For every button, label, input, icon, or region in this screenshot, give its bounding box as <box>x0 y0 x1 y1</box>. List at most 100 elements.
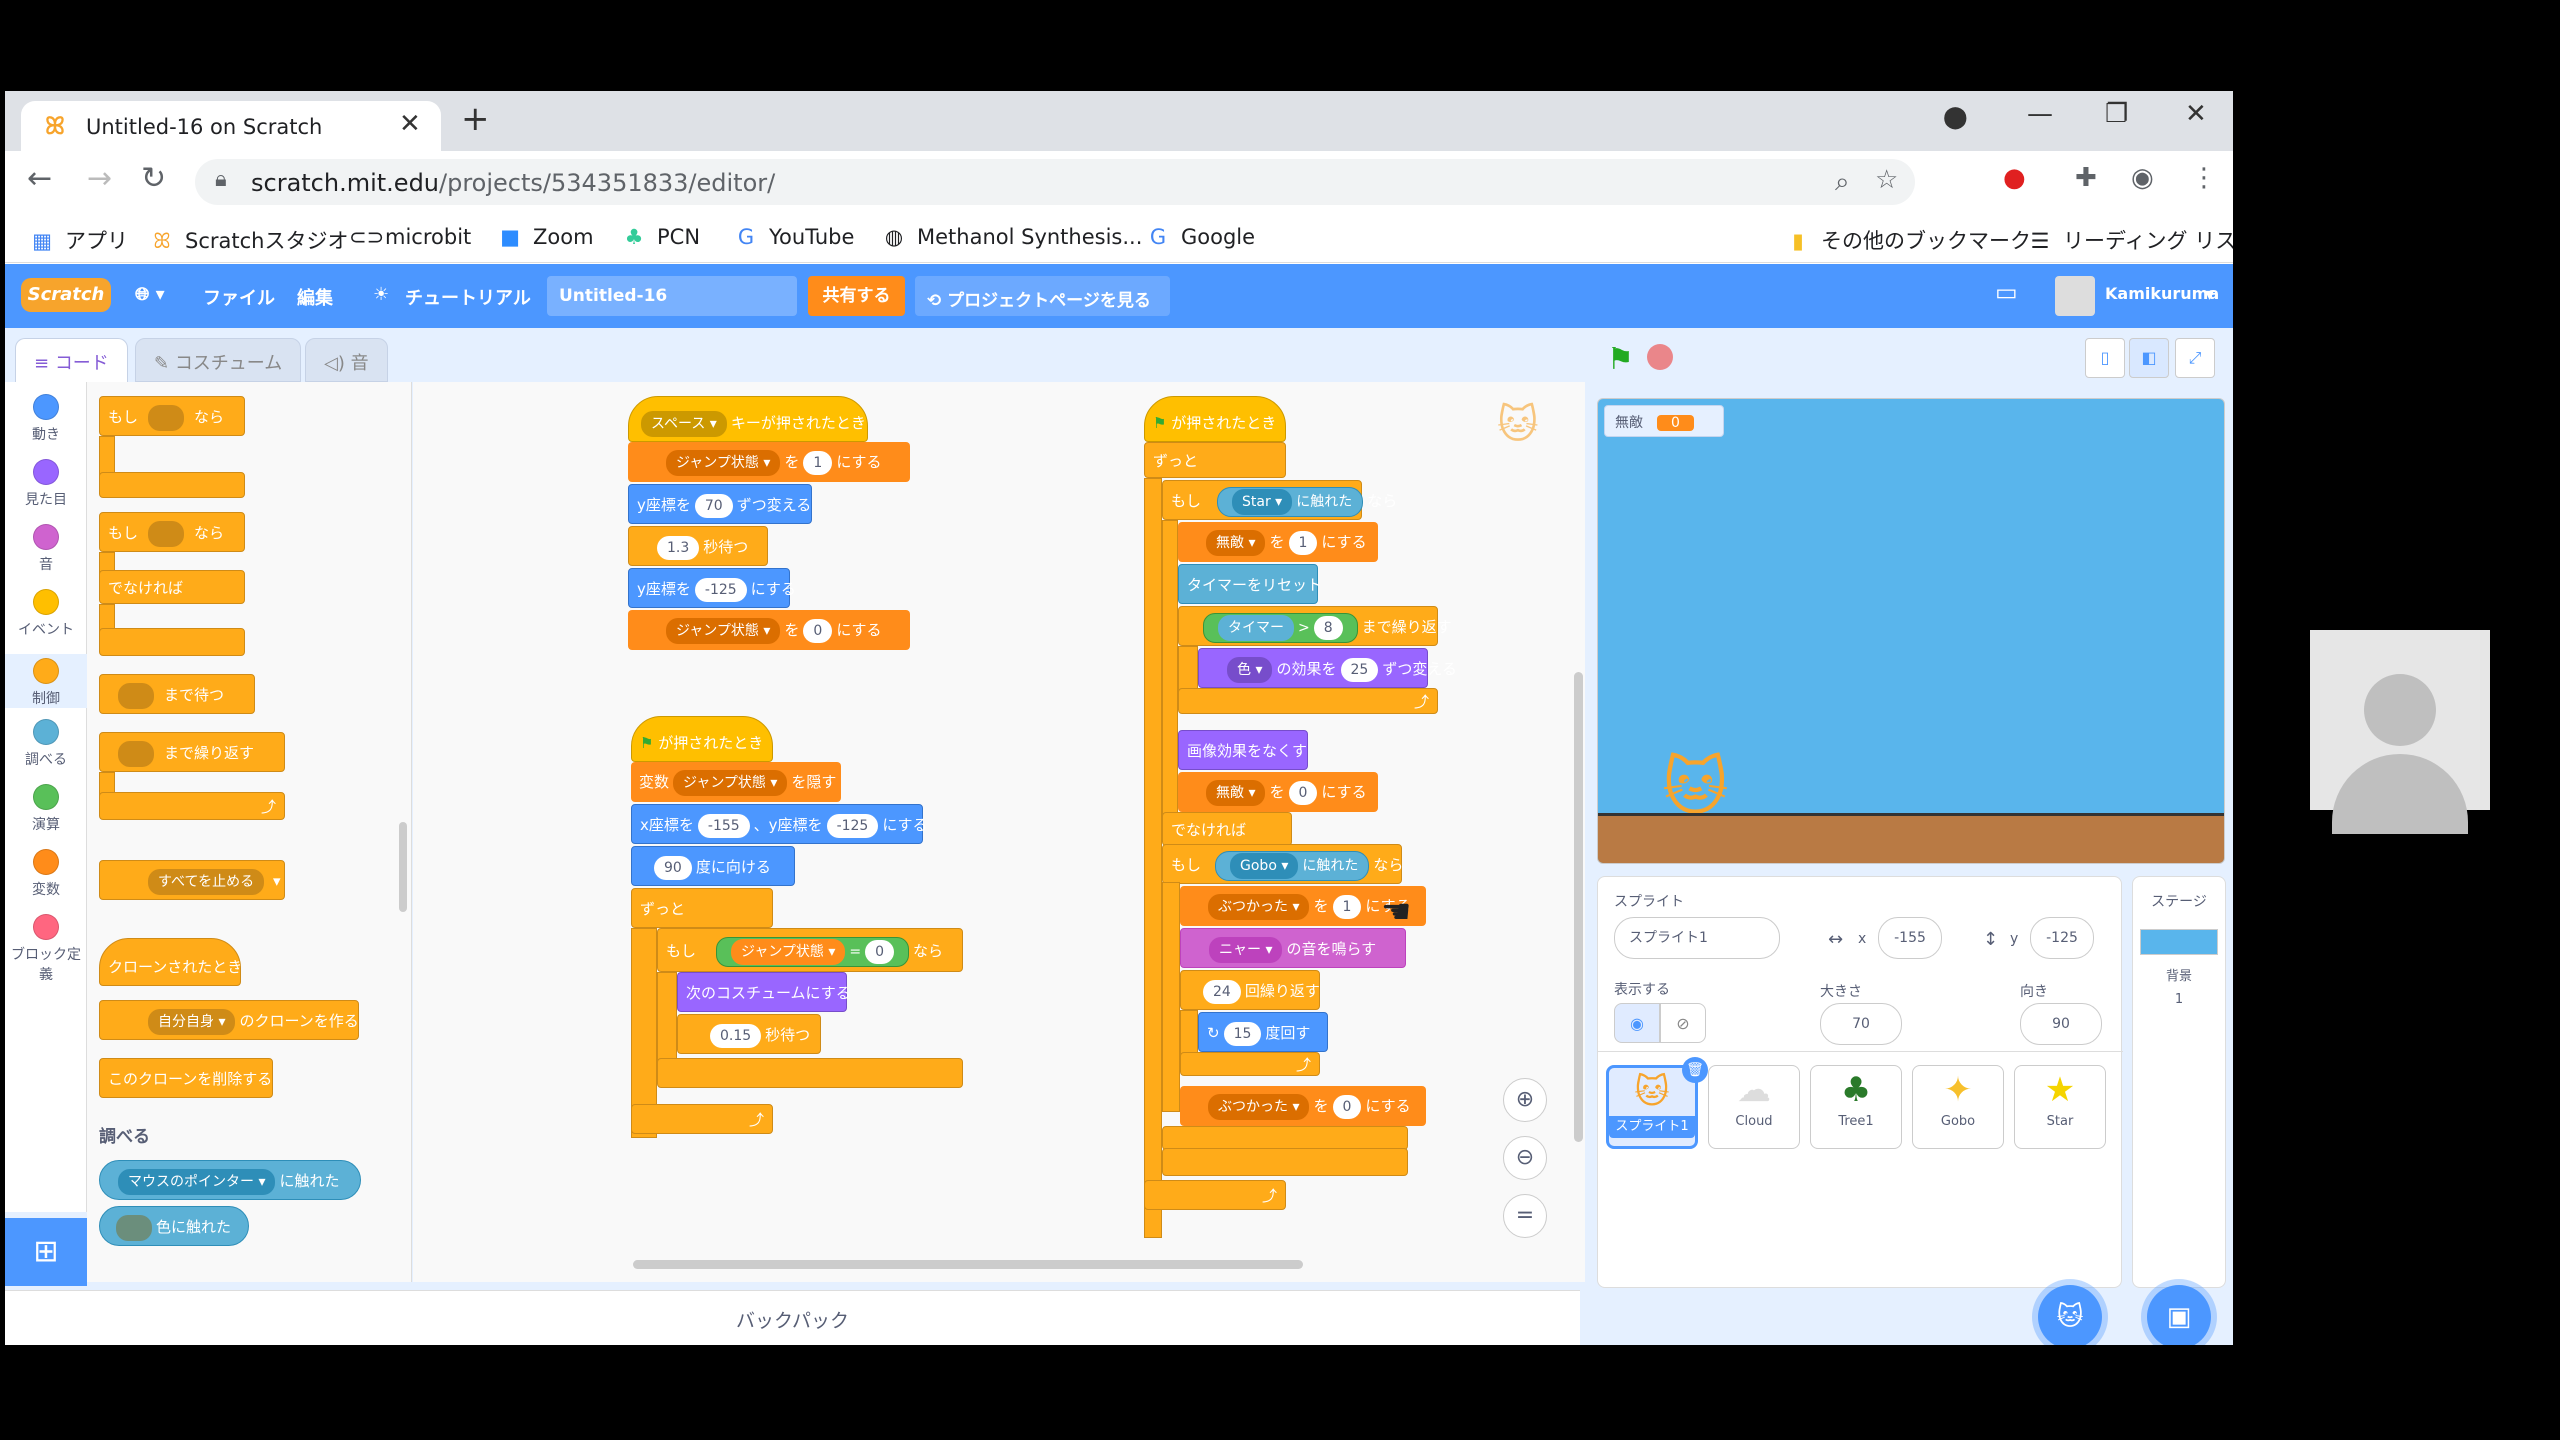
play-sound-block[interactable]: ニャー ▾ の音を鳴らす <box>1180 928 1406 968</box>
category-4[interactable]: 制御 <box>5 654 87 708</box>
hide-variable-block[interactable]: 変数 ジャンプ状態 ▾ を隠す <box>631 762 841 802</box>
minimize-icon[interactable]: — <box>2027 99 2053 129</box>
bookmark-scratch-studio[interactable]: ꕤ Scratchスタジオ <box>149 225 348 255</box>
sprite-thumb-star[interactable]: ★ Star <box>2014 1065 2106 1149</box>
menu-file[interactable]: ファイル <box>203 284 275 310</box>
menu-tutorial[interactable]: チュートリアル <box>405 284 531 310</box>
if-touching-star-block[interactable]: もし Star ▾ に触れた なら <box>1162 480 1397 520</box>
close-tab-button[interactable]: ✕ <box>399 109 421 139</box>
menu-icon[interactable]: ⋮ <box>2191 163 2217 193</box>
palette-wait-until-block[interactable]: まで待つ <box>99 674 255 714</box>
change-color-effect-block[interactable]: 色 ▾ の効果を 25 ずつ変える <box>1198 648 1457 688</box>
zoom-in-button[interactable]: ⊕ <box>1503 1078 1547 1122</box>
project-title-input[interactable]: Untitled-16 <box>547 276 797 316</box>
account-icon[interactable]: ◉ <box>2131 163 2154 193</box>
forever-block-1[interactable]: ずっと <box>631 888 773 928</box>
project-page-button[interactable]: ⟲ プロジェクトページを見る <box>915 276 1170 316</box>
palette-when-clone-hat[interactable]: クローンされたとき <box>99 938 242 986</box>
if-touching-gobo-block[interactable]: もし Gobo ▾ に触れた なら <box>1162 844 1403 884</box>
sprite-name-input[interactable]: スプライト1 <box>1614 917 1780 959</box>
turn-block[interactable]: ↻ 15 度回す <box>1198 1012 1328 1052</box>
show-visible-icon[interactable]: ◉ <box>1614 1003 1660 1043</box>
new-tab-button[interactable]: + <box>461 99 490 139</box>
reload-icon[interactable]: ↻ <box>141 161 166 196</box>
palette-stop-block[interactable]: すべてを止める ▾ <box>99 860 285 900</box>
category-0[interactable]: 動き <box>5 394 87 444</box>
zoom-reset-button[interactable]: = <box>1503 1194 1547 1238</box>
x-input[interactable]: -155 <box>1878 917 1942 959</box>
reset-timer-block[interactable]: タイマーをリセット <box>1178 564 1322 604</box>
next-costume-block[interactable]: 次のコスチュームにする <box>677 972 851 1012</box>
palette-create-clone-block[interactable]: 自分自身 ▾ のクローンを作る <box>99 1000 359 1040</box>
bookmark-google[interactable]: G Google <box>1145 225 1255 249</box>
user-caret-icon[interactable]: ▾ <box>2205 284 2214 305</box>
set-jump-state-block[interactable]: ジャンプ状態 ▾ を 1 にする <box>628 442 910 482</box>
forever-block-2[interactable]: ずっと <box>1144 442 1286 478</box>
tab-code[interactable]: ≡ コード <box>15 338 128 382</box>
sprite-thumb-cloud[interactable]: ☁ Cloud <box>1708 1065 1800 1149</box>
y-input[interactable]: -125 <box>2030 917 2094 959</box>
palette-scrollbar[interactable] <box>399 822 407 912</box>
stage-panel[interactable]: ステージ 背景 1 ▣ <box>2132 876 2226 1345</box>
category-1[interactable]: 見た目 <box>5 459 87 509</box>
direction-input[interactable]: 90 <box>2020 1003 2102 1045</box>
backdrop-thumb[interactable] <box>2140 929 2218 955</box>
stop-button[interactable] <box>1647 344 1673 370</box>
sprite-thumb-tree1[interactable]: ♣ Tree1 <box>1810 1065 1902 1149</box>
forward-icon[interactable]: → <box>87 161 112 196</box>
repeat-until-timer-block[interactable]: タイマー >8 まで繰り返す <box>1178 606 1452 646</box>
wait-block[interactable]: 1.3 秒待つ <box>628 526 768 566</box>
extension-icon[interactable]: ● <box>2003 163 2026 193</box>
bookmark-apps[interactable]: ▦ アプリ <box>29 225 128 255</box>
when-flag-clicked-hat-1[interactable]: ⚑ が押されたとき <box>631 716 773 762</box>
bookmark-star-icon[interactable]: ☆ <box>1875 165 1898 195</box>
bookmark-youtube[interactable]: G YouTube <box>733 225 855 249</box>
browser-tab[interactable]: ꕤ Untitled-16 on Scratch ✕ <box>21 101 441 151</box>
my-stuff-icon[interactable]: ▭ <box>1995 278 2018 306</box>
delete-sprite-icon[interactable]: 🗑︎ <box>1682 1057 1708 1083</box>
bookmark-other[interactable]: ▮ その他のブックマーク <box>1785 225 2031 255</box>
profile-dropdown-icon[interactable]: ⬤ <box>1943 105 1968 130</box>
palette-color-touching-block[interactable]: 色に触れた <box>99 1206 249 1246</box>
globe-icon[interactable]: 🌐︎ ▾ <box>135 284 165 305</box>
hide-visible-icon[interactable]: ⊘ <box>1660 1003 1706 1043</box>
tab-sound[interactable]: ◁) 音 <box>305 338 388 382</box>
repeat-24-block[interactable]: 24 回繰り返す <box>1180 970 1320 1010</box>
set-invincible-zero-block[interactable]: 無敵 ▾ を 0 にする <box>1178 772 1378 812</box>
reset-jump-state-block[interactable]: ジャンプ状態 ▾ を 0 にする <box>628 610 910 650</box>
puzzle-icon[interactable]: ✚ <box>2075 163 2097 193</box>
fullscreen-icon[interactable]: ⤢ <box>2175 338 2215 378</box>
go-to-xy-block[interactable]: x座標を -155 、y座標を -125 にする <box>631 804 928 844</box>
point-direction-block[interactable]: 90 度に向ける <box>631 846 795 886</box>
small-stage-icon[interactable]: ▯ <box>2085 338 2125 378</box>
back-icon[interactable]: ← <box>27 161 52 196</box>
avatar[interactable] <box>2055 276 2095 316</box>
green-flag-button[interactable]: ⚑ <box>1607 342 1634 377</box>
category-7[interactable]: 変数 <box>5 849 87 899</box>
palette-if-else-block[interactable]: もし なら <box>99 512 245 552</box>
close-window-icon[interactable]: ✕ <box>2185 99 2207 129</box>
category-6[interactable]: 演算 <box>5 784 87 834</box>
bookmark-zoom[interactable]: ■ Zoom <box>497 225 593 249</box>
menu-edit[interactable]: 編集 <box>297 284 333 310</box>
zoom-magnifier-icon[interactable]: ⌕ <box>1835 167 1850 198</box>
backpack-bar[interactable]: バックパック <box>5 1290 1580 1345</box>
zoom-out-button[interactable]: ⊖ <box>1503 1136 1547 1180</box>
palette-repeat-until-block[interactable]: まで繰り返す <box>99 732 285 772</box>
size-input[interactable]: 70 <box>1820 1003 1902 1045</box>
sprite-thumb-gobo[interactable]: ✦ Gobo <box>1912 1065 2004 1149</box>
category-2[interactable]: 音 <box>5 524 87 574</box>
when-key-pressed-hat[interactable]: スペース ▾ キーが押されたとき <box>628 396 868 442</box>
url-bar[interactable]: 🔒︎ scratch.mit.edu/projects/534351833/ed… <box>195 159 1915 205</box>
bookmark-pcn[interactable]: ♣ PCN <box>621 225 700 249</box>
clear-effects-block[interactable]: 画像効果をなくす <box>1178 730 1308 770</box>
bookmark-microbit[interactable]: ⊂⊃microbit <box>349 225 471 249</box>
palette-if-block[interactable]: もし なら <box>99 396 245 436</box>
add-extension-button[interactable]: ⊞ <box>5 1218 87 1286</box>
add-sprite-button[interactable]: 🐱︎ <box>2038 1285 2102 1345</box>
palette-delete-clone-block[interactable]: このクローンを削除する <box>99 1058 273 1098</box>
user-name[interactable]: Kamikuruma <box>2105 284 2219 303</box>
set-invincible-block[interactable]: 無敵 ▾ を 1 にする <box>1178 522 1378 562</box>
category-5[interactable]: 調べる <box>5 719 87 769</box>
stage-canvas[interactable]: 無敵 0 🐱︎ <box>1597 398 2225 864</box>
